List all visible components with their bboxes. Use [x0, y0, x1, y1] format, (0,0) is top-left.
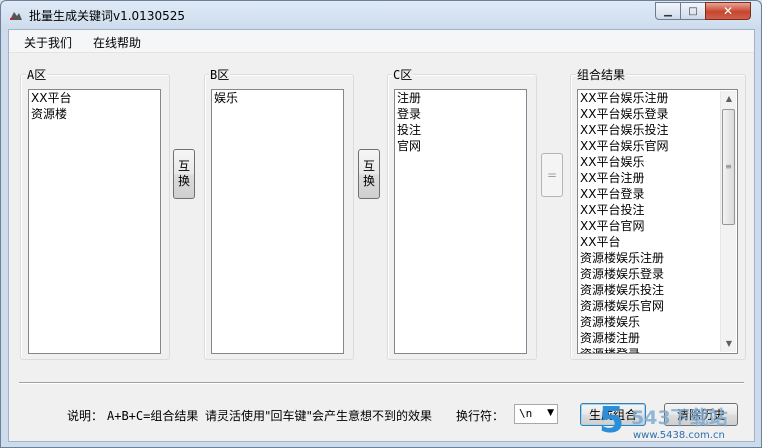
newline-select-value: \n: [519, 407, 533, 420]
c-zone-item[interactable]: 注册: [395, 90, 526, 106]
result-item[interactable]: XX平台娱乐官网: [578, 138, 737, 154]
result-item[interactable]: 资源楼娱乐登录: [578, 266, 737, 282]
a-zone-listbox[interactable]: XX平台 资源楼: [28, 89, 161, 354]
group-c-label: C区: [392, 66, 414, 83]
result-item[interactable]: 资源楼娱乐官网: [578, 298, 737, 314]
minimize-button[interactable]: ▁: [655, 2, 681, 20]
result-scrollbar[interactable]: ▲ ≡ ▼: [720, 91, 736, 352]
result-item[interactable]: 资源楼娱乐: [578, 314, 737, 330]
result-item[interactable]: XX平台娱乐投注: [578, 122, 737, 138]
group-result-label: 组合结果: [576, 66, 627, 83]
separator: [19, 382, 744, 384]
generate-button[interactable]: 生成组合: [580, 403, 646, 426]
window-title: 批量生成关键词v1.0130525: [29, 9, 185, 23]
result-item[interactable]: XX平台官网: [578, 218, 737, 234]
result-item[interactable]: 资源楼娱乐投注: [578, 282, 737, 298]
b-zone-listbox[interactable]: 娱乐: [211, 89, 344, 354]
menu-online-help[interactable]: 在线帮助: [93, 34, 141, 51]
a-zone-item[interactable]: XX平台: [29, 90, 160, 106]
result-item[interactable]: XX平台投注: [578, 202, 737, 218]
tip-text: 请灵活使用"回车键"会产生意想不到的效果: [205, 409, 433, 423]
scroll-up-icon[interactable]: ▲: [721, 91, 737, 107]
result-item[interactable]: XX平台: [578, 234, 737, 250]
group-a-label: A区: [26, 66, 48, 83]
chevron-down-icon: ▼: [547, 408, 554, 418]
result-item[interactable]: 资源楼娱乐注册: [578, 250, 737, 266]
app-window: 批量生成关键词v1.0130525 ▁ □ ✕ 关于我们 在线帮助 A区 XX平…: [0, 0, 762, 448]
app-icon: [10, 12, 22, 20]
client-area: 关于我们 在线帮助 A区 XX平台 资源楼 互 换 B区 娱乐 互 换 C区 注册…: [8, 29, 755, 442]
clear-history-button[interactable]: 清除历史: [664, 403, 738, 426]
c-zone-item[interactable]: 投注: [395, 122, 526, 138]
explain-label: 说明：: [67, 409, 104, 423]
title-bar[interactable]: 批量生成关键词v1.0130525 ▁ □ ✕: [1, 1, 761, 29]
swap-bc-button[interactable]: 互 换: [358, 149, 380, 199]
maximize-button[interactable]: □: [680, 2, 706, 20]
result-item[interactable]: 资源楼登录: [578, 346, 737, 353]
swap-ab-button[interactable]: 互 换: [173, 149, 195, 199]
result-item[interactable]: XX平台娱乐: [578, 154, 737, 170]
result-item[interactable]: XX平台注册: [578, 170, 737, 186]
newline-label: 换行符：: [456, 409, 505, 423]
a-zone-item[interactable]: 资源楼: [29, 106, 160, 122]
newline-select[interactable]: \n ▼: [514, 404, 558, 424]
result-item[interactable]: XX平台娱乐登录: [578, 106, 737, 122]
menu-about-us[interactable]: 关于我们: [24, 34, 72, 51]
result-item[interactable]: 资源楼注册: [578, 330, 737, 346]
result-listbox[interactable]: XX平台娱乐注册 XX平台娱乐登录 XX平台娱乐投注 XX平台娱乐官网 XX平台娱乐 XX…: [577, 89, 738, 354]
close-button[interactable]: ✕: [705, 2, 751, 20]
result-item[interactable]: XX平台娱乐注册: [578, 90, 737, 106]
menu-bar: 关于我们 在线帮助: [9, 30, 754, 53]
b-zone-item[interactable]: 娱乐: [212, 90, 343, 106]
equals-button[interactable]: =: [541, 153, 563, 197]
formula-text: A+B+C=组合结果: [107, 409, 199, 423]
c-zone-listbox[interactable]: 注册 登录 投注 官网: [394, 89, 527, 354]
scroll-down-icon[interactable]: ▼: [721, 336, 737, 352]
c-zone-item[interactable]: 官网: [395, 138, 526, 154]
result-item[interactable]: XX平台登录: [578, 186, 737, 202]
c-zone-item[interactable]: 登录: [395, 106, 526, 122]
group-b-label: B区: [209, 66, 231, 83]
scroll-thumb[interactable]: ≡: [722, 109, 735, 225]
